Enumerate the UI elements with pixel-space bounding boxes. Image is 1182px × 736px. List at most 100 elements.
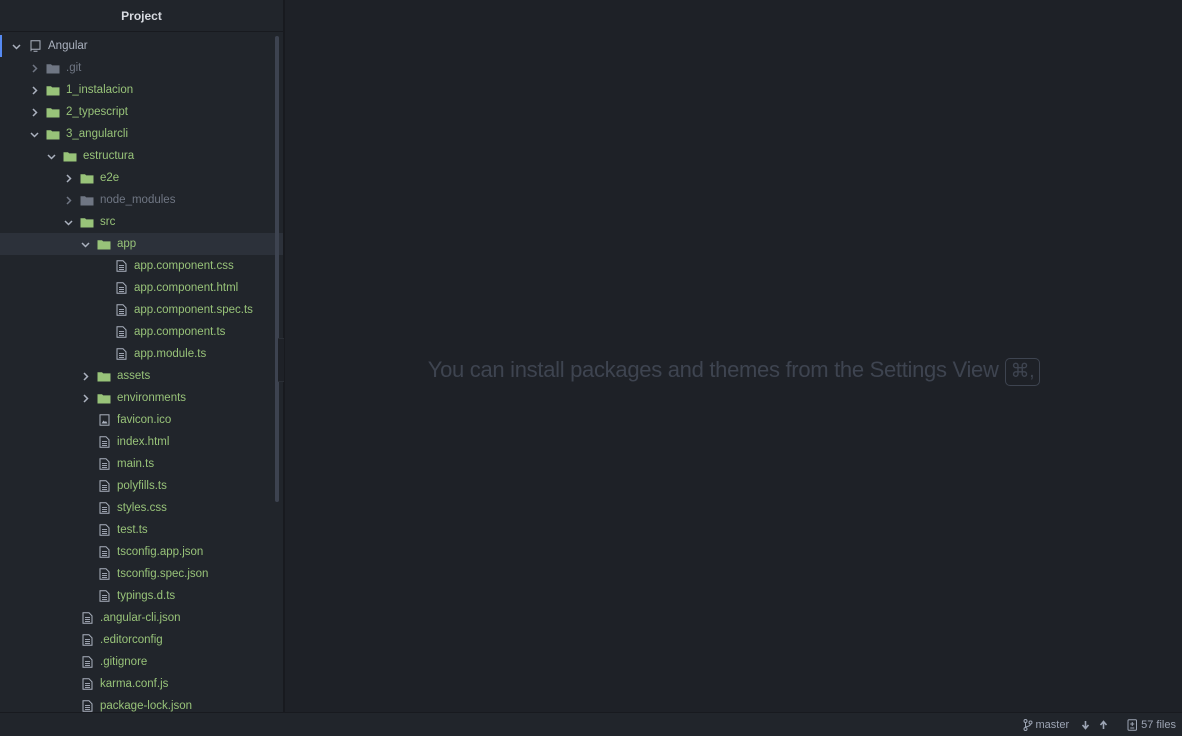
tree-file[interactable]: app.component.ts bbox=[0, 321, 283, 343]
file-text-icon bbox=[82, 678, 92, 690]
chevron-right-icon bbox=[82, 371, 89, 381]
expand-toggle[interactable] bbox=[79, 392, 91, 404]
tree-folder[interactable]: environments bbox=[0, 387, 283, 409]
tree-file[interactable]: index.html bbox=[0, 431, 283, 453]
welcome-text: You can install packages and themes from… bbox=[427, 357, 999, 382]
tree-file[interactable]: .editorconfig bbox=[0, 629, 283, 651]
expand-toggle[interactable] bbox=[28, 84, 40, 96]
tree-file[interactable]: test.ts bbox=[0, 519, 283, 541]
git-pull-button[interactable] bbox=[1081, 720, 1093, 730]
tree-file[interactable]: app.component.spec.ts bbox=[0, 299, 283, 321]
tree-item-icon bbox=[97, 392, 111, 404]
git-push-button[interactable] bbox=[1099, 719, 1111, 730]
expand-toggle[interactable] bbox=[45, 150, 57, 162]
tree-item-icon bbox=[114, 260, 128, 272]
branch-name: master bbox=[1035, 718, 1070, 731]
tree-file[interactable]: app.module.ts bbox=[0, 343, 283, 365]
tree-item-icon bbox=[114, 304, 128, 316]
expand-toggle[interactable] bbox=[62, 172, 74, 184]
tree-file[interactable]: tsconfig.spec.json bbox=[0, 563, 283, 585]
tree-folder[interactable]: 1_instalacion bbox=[0, 79, 283, 101]
tree-folder[interactable]: src bbox=[0, 211, 283, 233]
file-text-icon bbox=[99, 524, 109, 536]
file-text-icon bbox=[116, 282, 126, 294]
folder-icon bbox=[80, 195, 94, 205]
tree-item-label: test.ts bbox=[117, 524, 148, 536]
file-text-icon bbox=[99, 568, 109, 580]
tree-file[interactable]: typings.d.ts bbox=[0, 585, 283, 607]
tree-item-icon bbox=[46, 62, 60, 74]
tree-item-label: main.ts bbox=[117, 458, 155, 470]
files-count: 57 files bbox=[1141, 718, 1176, 731]
file-text-icon bbox=[82, 656, 92, 668]
tree-item-label: package-lock.json bbox=[100, 700, 193, 712]
tree-item-label: 2_typescript bbox=[66, 106, 129, 118]
tree-file[interactable]: package-lock.json bbox=[0, 695, 283, 712]
folder-icon bbox=[46, 129, 60, 139]
github-files[interactable]: 57 files bbox=[1127, 719, 1176, 731]
expand-toggle[interactable] bbox=[10, 40, 22, 52]
tree-item-icon bbox=[97, 370, 111, 382]
tree-item-icon bbox=[97, 568, 111, 580]
file-text-icon bbox=[99, 480, 109, 492]
tree-item-label: favicon.ico bbox=[117, 414, 172, 426]
expand-toggle[interactable] bbox=[62, 216, 74, 228]
chevron-down-icon bbox=[29, 131, 39, 138]
atom-editor-window: Project Angular .git 1_instalacion 2_typesc… bbox=[0, 0, 1182, 736]
tree-file[interactable]: styles.css bbox=[0, 497, 283, 519]
status-bar: master 57 files bbox=[0, 712, 1182, 736]
tree-scrollbar[interactable] bbox=[275, 36, 279, 502]
git-branch[interactable]: master bbox=[1023, 718, 1070, 731]
tree-folder[interactable]: 3_angularcli bbox=[0, 123, 283, 145]
tree-file[interactable]: favicon.ico bbox=[0, 409, 283, 431]
file-media-icon bbox=[99, 414, 109, 426]
editor-pane[interactable]: You can install packages and themes from… bbox=[284, 0, 1182, 712]
file-text-icon bbox=[116, 326, 126, 338]
tree-file[interactable]: karma.conf.js bbox=[0, 673, 283, 695]
expand-toggle[interactable] bbox=[62, 194, 74, 206]
tree-item-icon bbox=[46, 84, 60, 96]
file-text-icon bbox=[116, 260, 126, 272]
tree-file[interactable]: .gitignore bbox=[0, 651, 283, 673]
folder-icon bbox=[97, 371, 111, 381]
chevron-right-icon bbox=[31, 85, 38, 95]
tree-item-label: tsconfig.app.json bbox=[117, 546, 204, 558]
expand-toggle[interactable] bbox=[79, 238, 91, 250]
tree-item-icon bbox=[80, 700, 94, 712]
tree-file[interactable]: tsconfig.app.json bbox=[0, 541, 283, 563]
expand-toggle[interactable] bbox=[28, 106, 40, 118]
tree-folder[interactable]: app bbox=[0, 233, 283, 255]
tree-file[interactable]: app.component.css bbox=[0, 255, 283, 277]
expand-toggle[interactable] bbox=[79, 370, 91, 382]
tree-folder[interactable]: .git bbox=[0, 57, 283, 79]
tree-item-icon bbox=[46, 106, 60, 118]
welcome-message: You can install packages and themes from… bbox=[285, 357, 1182, 386]
tree-folder[interactable]: node_modules bbox=[0, 189, 283, 211]
file-text-icon bbox=[99, 546, 109, 558]
chevron-down-icon bbox=[46, 153, 56, 160]
file-diff-icon bbox=[1127, 718, 1138, 731]
tree-item-icon bbox=[80, 172, 94, 184]
tree-file[interactable]: .angular-cli.json bbox=[0, 607, 283, 629]
expand-toggle[interactable] bbox=[28, 62, 40, 74]
tree-file[interactable]: main.ts bbox=[0, 453, 283, 475]
file-tree: Angular .git 1_instalacion 2_typescript 3_an… bbox=[0, 35, 283, 712]
folder-icon bbox=[46, 85, 60, 95]
tree-file[interactable]: polyfills.ts bbox=[0, 475, 283, 497]
expand-toggle[interactable] bbox=[28, 128, 40, 140]
tree-folder[interactable]: estructura bbox=[0, 145, 283, 167]
tree-folder[interactable]: e2e bbox=[0, 167, 283, 189]
tree-file[interactable]: app.component.html bbox=[0, 277, 283, 299]
tree-item-label: .git bbox=[66, 62, 82, 74]
tree-folder[interactable]: assets bbox=[0, 365, 283, 387]
tree-folder[interactable]: 2_typescript bbox=[0, 101, 283, 123]
tree-project-root[interactable]: Angular bbox=[0, 35, 283, 57]
